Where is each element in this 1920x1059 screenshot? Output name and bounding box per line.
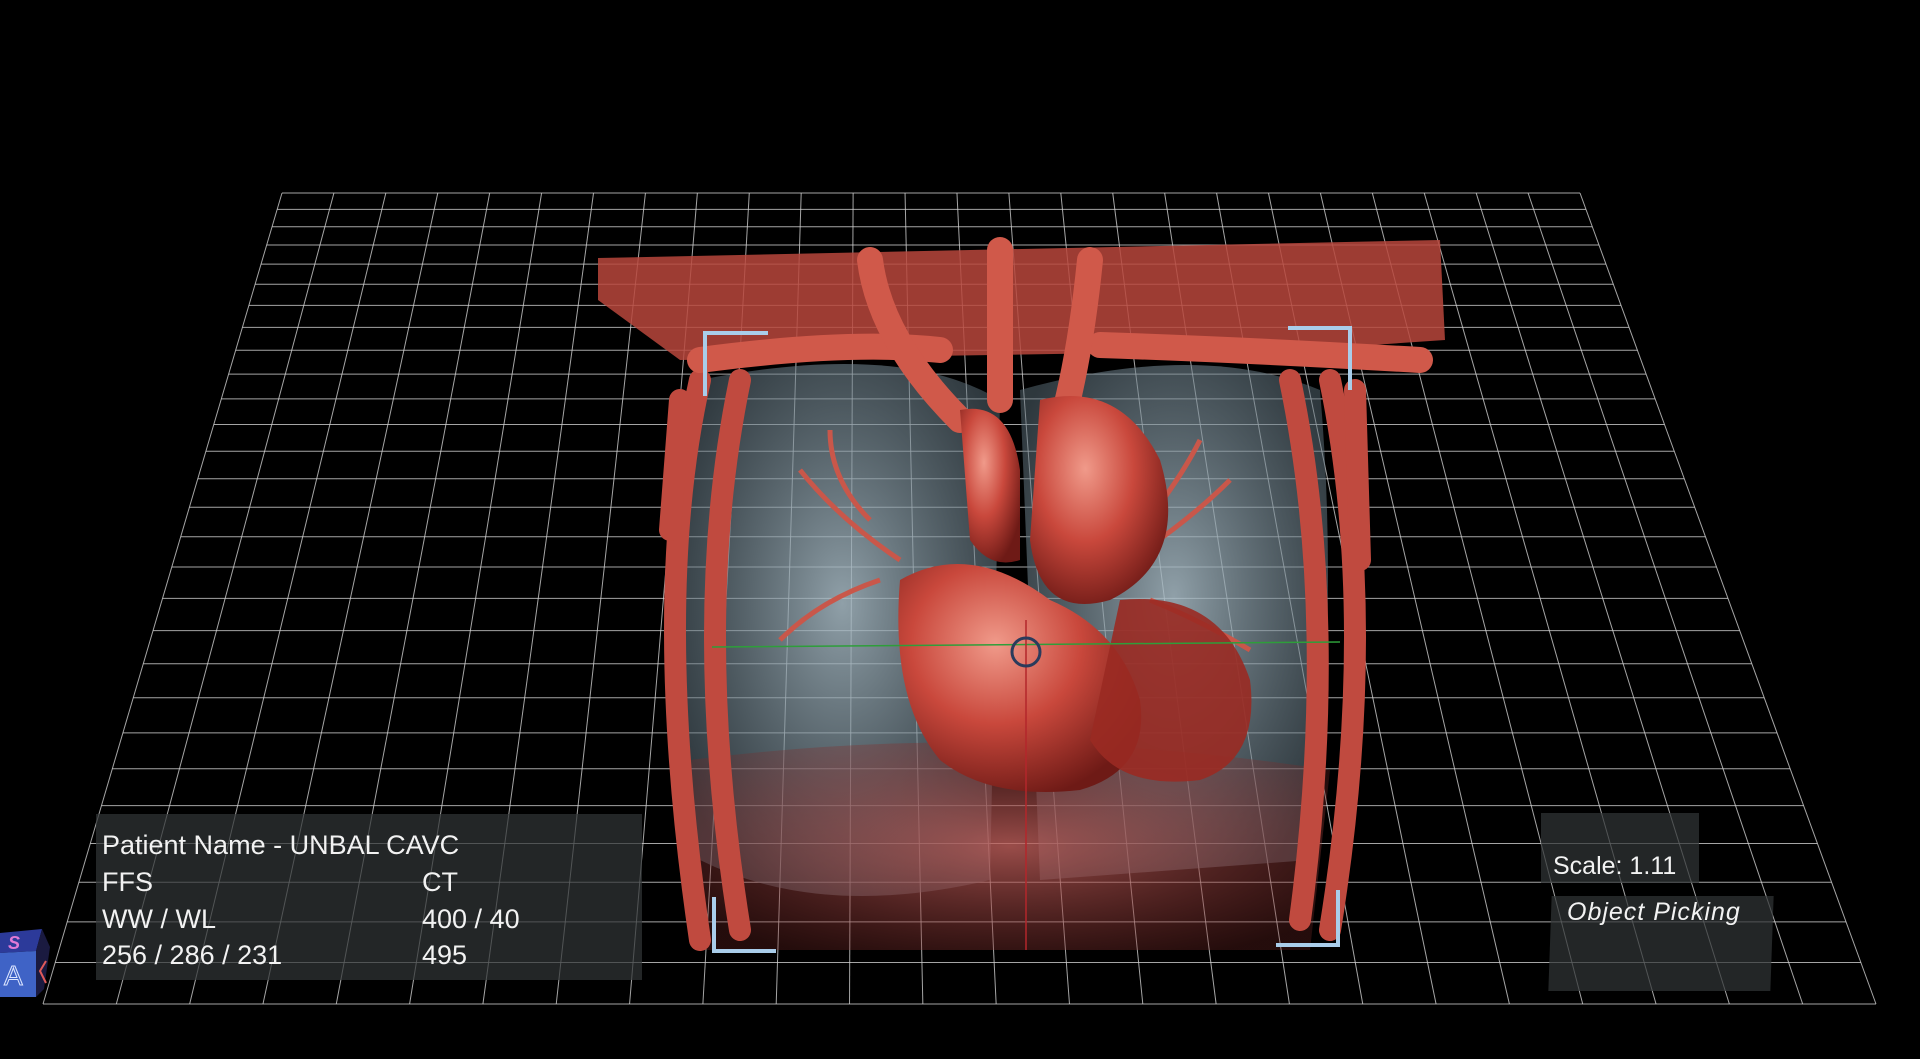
patient-position: FFS: [102, 867, 153, 897]
object-picking-label[interactable]: Object Picking: [1567, 898, 1741, 927]
slice-count: 495: [422, 940, 468, 970]
window-label: WW / WL: [102, 904, 216, 934]
orientation-cube[interactable]: S A: [0, 927, 50, 997]
cube-face-anterior: A: [4, 960, 23, 991]
patient-name: Patient Name - UNBAL CAVC: [102, 830, 460, 860]
scale-readout: Scale: 1.11: [1553, 852, 1677, 880]
volume-dimensions: 256 / 286 / 231: [102, 940, 283, 970]
window-value: 400 / 40: [422, 904, 520, 934]
modality: CT: [422, 867, 458, 897]
cube-face-superior: S: [8, 933, 20, 953]
anatomy-volume: [598, 237, 1445, 951]
